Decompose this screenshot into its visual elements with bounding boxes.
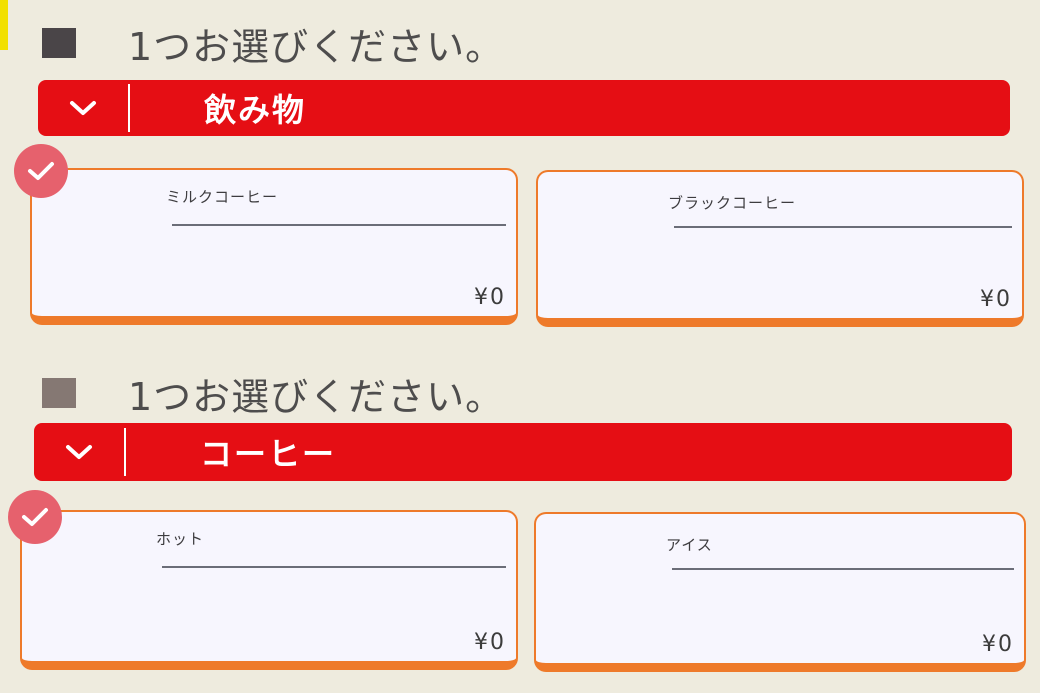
prompt-text: 1つお選びください。 — [128, 374, 505, 419]
check-icon — [28, 162, 54, 180]
square-bullet-icon — [42, 378, 76, 408]
option-price: ¥0 — [980, 287, 1012, 312]
selected-badge — [8, 490, 62, 544]
prompt-heading: 1つお選びください。 — [42, 18, 505, 69]
prompt-text: 1つお選びください。 — [128, 24, 505, 69]
option-price: ¥0 — [474, 285, 506, 310]
chevron-down-icon — [70, 101, 96, 115]
option-name: アイス — [666, 536, 713, 554]
category-label: コーヒー — [200, 435, 337, 473]
option-name: ブラックコーヒー — [668, 194, 797, 212]
chevron-down-icon — [66, 445, 92, 459]
option-card-black-coffee[interactable]: ブラックコーヒー ¥0 — [536, 170, 1024, 327]
category-label: 飲み物 — [204, 91, 307, 129]
option-name: ミルクコーヒー — [166, 188, 279, 206]
collapse-toggle[interactable] — [34, 428, 126, 476]
category-header-drink[interactable]: 飲み物 — [38, 80, 1010, 136]
square-bullet-icon — [42, 28, 76, 58]
selected-badge — [14, 144, 68, 198]
category-header-coffee[interactable]: コーヒー — [34, 423, 1012, 481]
yellow-edge — [0, 0, 8, 50]
option-card-ice[interactable]: アイス ¥0 — [534, 512, 1026, 672]
option-price: ¥0 — [982, 632, 1014, 657]
option-card-milk-coffee[interactable]: ミルクコーヒー ¥0 — [30, 168, 518, 325]
option-price: ¥0 — [474, 630, 506, 655]
divider — [172, 224, 506, 226]
option-card-hot[interactable]: ホット ¥0 — [20, 510, 518, 670]
divider — [162, 566, 506, 568]
collapse-toggle[interactable] — [38, 84, 130, 132]
prompt-heading: 1つお選びください。 — [42, 368, 505, 419]
option-name: ホット — [156, 530, 205, 548]
divider — [674, 226, 1012, 228]
check-icon — [22, 508, 48, 526]
divider — [672, 568, 1014, 570]
